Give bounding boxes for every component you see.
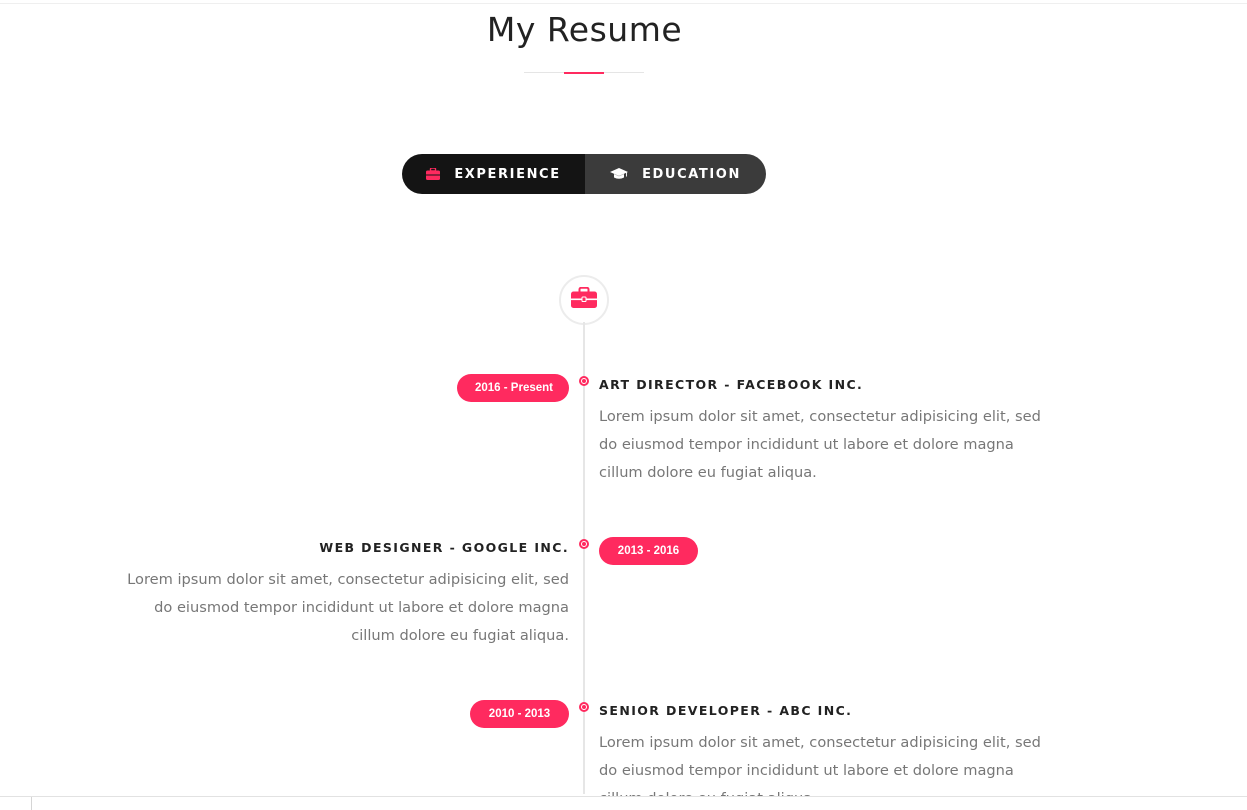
job-description: Lorem ipsum dolor sit amet, consectetur … bbox=[599, 408, 1041, 481]
tab-experience-label: EXPERIENCE bbox=[454, 166, 561, 182]
bottom-edge-mark bbox=[31, 797, 32, 810]
briefcase-icon bbox=[426, 168, 441, 180]
top-divider bbox=[0, 3, 1247, 4]
period-badge: 2016 - Present bbox=[457, 374, 569, 402]
timeline-header-icon bbox=[559, 275, 609, 325]
job-description: Lorem ipsum dolor sit amet, consectetur … bbox=[127, 571, 569, 644]
tab-experience[interactable]: EXPERIENCE bbox=[402, 154, 585, 194]
page-title: My Resume bbox=[486, 10, 683, 49]
resume-tabs: EXPERIENCE EDUCATION bbox=[402, 154, 766, 194]
job-title: SENIOR DEVELOPER - ABC INC. bbox=[599, 703, 853, 718]
timeline-dot bbox=[579, 539, 589, 549]
job-description: Lorem ipsum dolor sit amet, consectetur … bbox=[599, 734, 1041, 796]
tab-education-label: EDUCATION bbox=[642, 166, 741, 182]
title-underline-accent bbox=[564, 72, 604, 74]
job-title: ART DIRECTOR - FACEBOOK INC. bbox=[599, 377, 864, 392]
tab-education[interactable]: EDUCATION bbox=[585, 154, 766, 194]
timeline-dot bbox=[579, 376, 589, 386]
timeline-dot bbox=[579, 702, 589, 712]
period-badge: 2013 - 2016 bbox=[599, 537, 698, 565]
bottom-divider bbox=[0, 796, 1247, 797]
briefcase-icon bbox=[571, 286, 597, 313]
job-title: WEB DESIGNER - GOOGLE INC. bbox=[319, 540, 569, 555]
graduation-cap-icon bbox=[610, 168, 629, 180]
period-badge: 2010 - 2013 bbox=[470, 700, 569, 728]
timeline-line bbox=[583, 322, 585, 794]
